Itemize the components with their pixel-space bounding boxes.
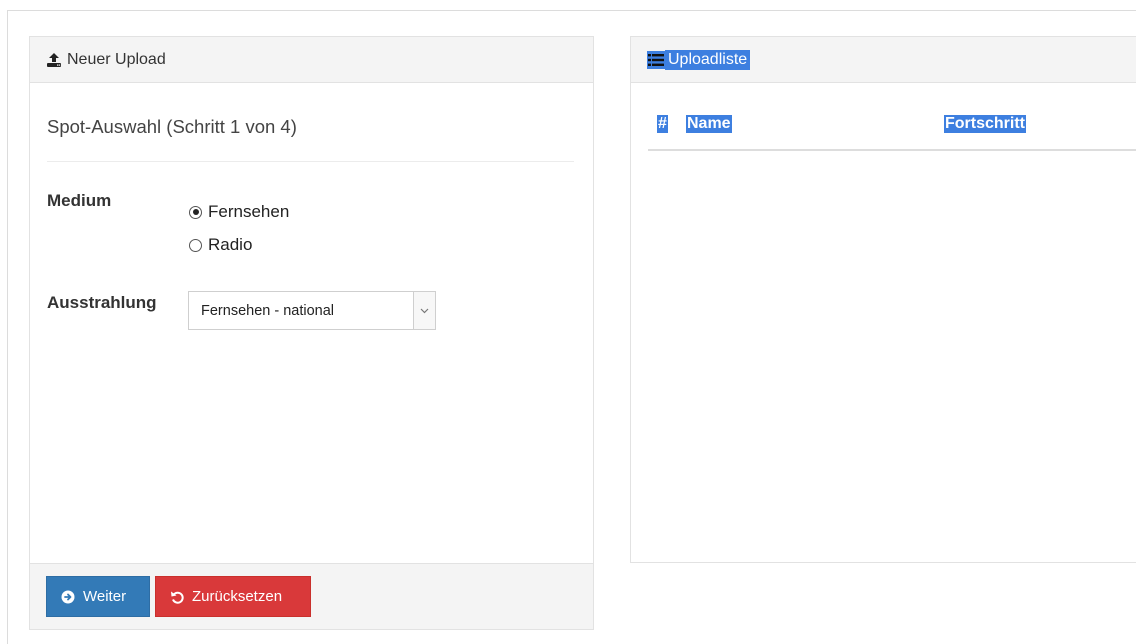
upload-table-header: # Name Fortschritt <box>648 107 1136 151</box>
ausstrahlung-label: Ausstrahlung <box>47 293 157 312</box>
radio-radio-circle[interactable] <box>189 238 202 252</box>
column-header-name: Name <box>686 115 732 133</box>
radio-radio[interactable]: Radio <box>189 235 252 255</box>
ausstrahlung-selected-value: Fernsehen - national <box>201 302 334 319</box>
upload-list-title: Uploadliste <box>665 49 751 70</box>
step-title: Spot-Auswahl (Schritt 1 von 4) <box>47 116 297 137</box>
radio-radio-label: Radio <box>208 235 253 254</box>
new-upload-panel: Neuer Upload Spot-Auswahl (Schritt 1 von… <box>29 36 594 630</box>
step-divider <box>47 161 574 162</box>
radio-fernsehen-label: Fernsehen <box>208 202 290 221</box>
reset-button[interactable]: Zurücksetzen <box>155 576 311 617</box>
next-button[interactable]: Weiter <box>46 576 150 617</box>
new-upload-heading: Neuer Upload <box>30 37 593 83</box>
ausstrahlung-select[interactable]: Fernsehen - national <box>188 291 436 330</box>
chevron-down-icon[interactable] <box>413 292 435 329</box>
list-icon <box>647 50 665 69</box>
medium-label: Medium <box>47 191 112 210</box>
undo-icon <box>170 590 184 604</box>
radio-fernsehen-circle[interactable] <box>189 205 202 219</box>
radio-fernsehen[interactable]: Fernsehen <box>189 202 289 222</box>
new-upload-footer: Weiter Zurücksetzen <box>30 563 593 629</box>
upload-list-panel: Uploadliste # Name Fortschritt <box>630 36 1136 563</box>
upload-icon <box>46 52 62 68</box>
upload-list-heading: Uploadliste <box>631 37 1136 83</box>
next-button-label: Weiter <box>83 588 127 605</box>
column-header-progress: Fortschritt <box>944 115 1026 133</box>
new-upload-title: Neuer Upload <box>67 50 166 68</box>
column-header-number: # <box>657 115 668 133</box>
reset-button-label: Zurücksetzen <box>192 588 283 605</box>
frame-left-border <box>7 10 8 644</box>
arrow-circle-right-icon <box>61 590 75 604</box>
frame-top-border <box>7 10 1136 11</box>
